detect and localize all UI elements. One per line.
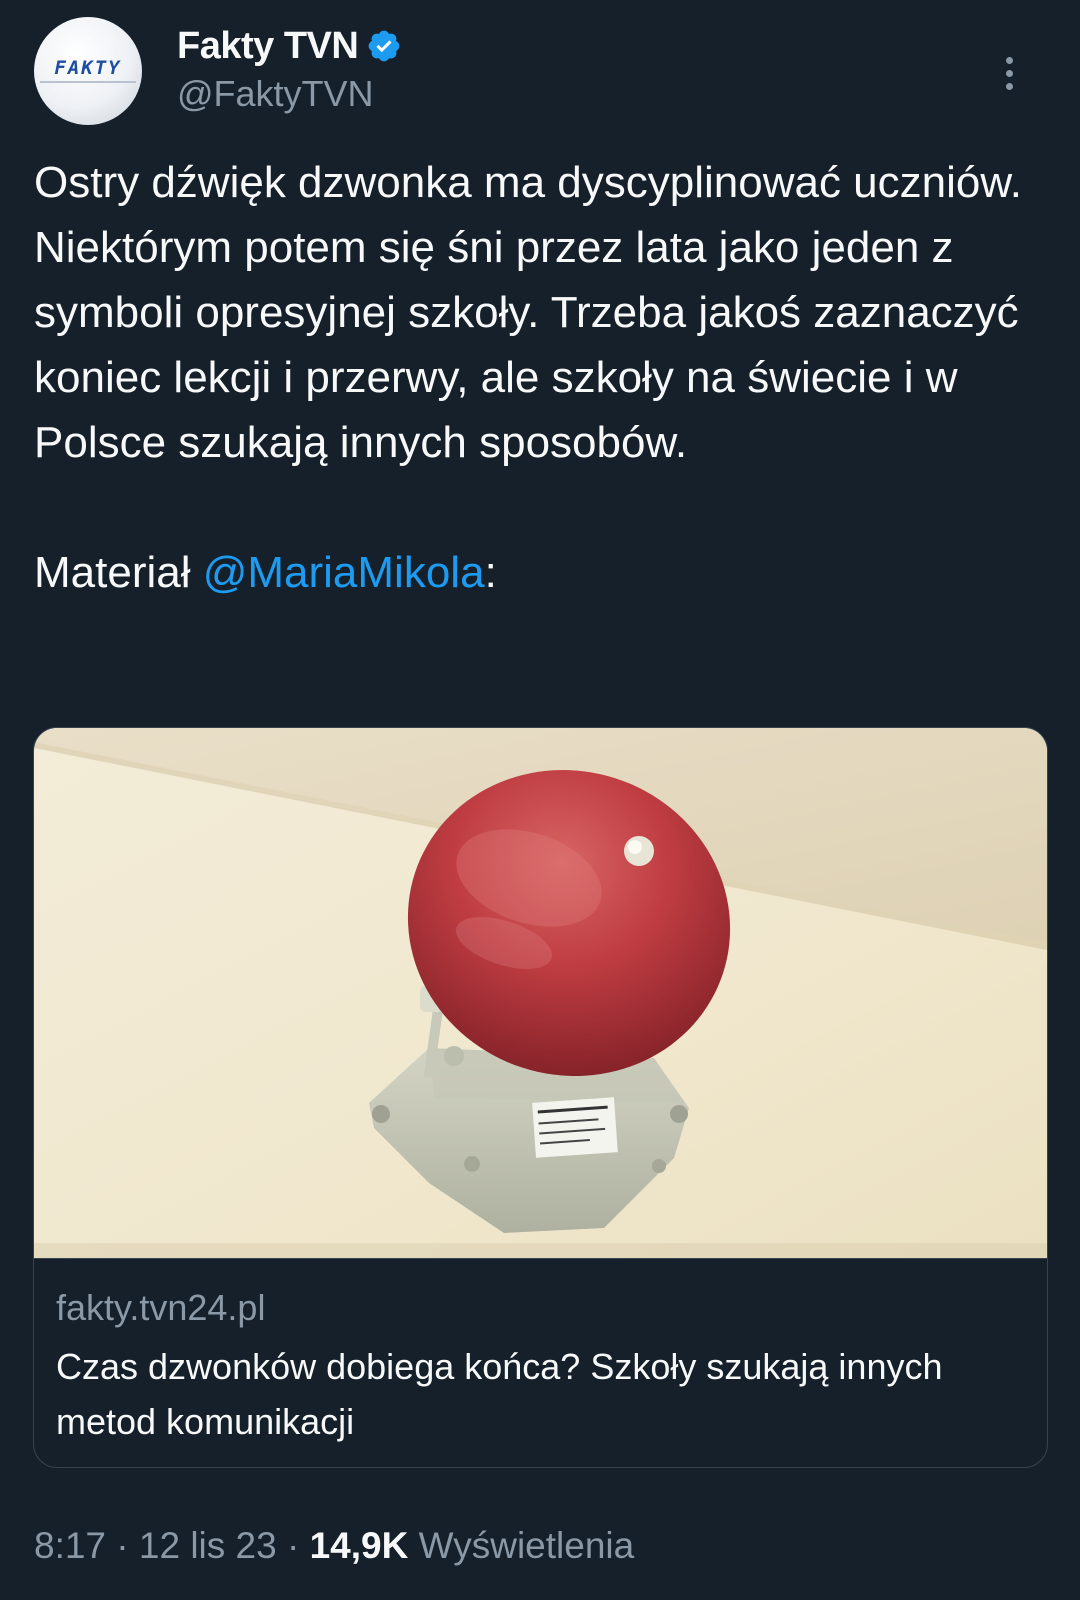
tweet-paragraph: Ostry dźwięk dzwonka ma dyscyplinować uc… [34,158,1022,467]
school-bell-photo [34,728,1047,1258]
more-dot [1005,69,1013,77]
more-dot [1005,56,1013,64]
material-suffix: : [484,548,497,597]
author-name-row: Fakty TVN [177,23,402,69]
tweet-time[interactable]: 8:17 [34,1525,106,1566]
author-display-name[interactable]: Fakty TVN [177,25,359,68]
card-meta[interactable]: fakty.tvn24.pl Czas dzwonków dobiega koń… [34,1258,1047,1467]
tweet-paragraph-material: Materiał @MariaMikola: [34,540,1044,605]
meta-separator: · [106,1525,139,1566]
material-prefix: Materiał [34,548,203,597]
views-label: Wyświetlenia [408,1525,635,1566]
more-vertical-icon[interactable] [989,43,1029,103]
tweet-meta: 8:17 · 12 lis 23 · 14,9K Wyświetlenia [34,1525,634,1567]
avatar-logo-underline [40,81,136,83]
verified-badge-icon [368,30,400,62]
views-count: 14,9K [309,1525,409,1566]
meta-separator: · [276,1525,310,1566]
tweet-header: FAKTY Fakty TVN @FaktyTVN [34,17,1054,127]
more-dot [1005,82,1013,90]
avatar[interactable]: FAKTY [34,17,142,125]
tweet-date[interactable]: 12 lis 23 [139,1525,277,1566]
card-image[interactable] [34,728,1047,1258]
author-handle[interactable]: @FaktyTVN [177,73,374,115]
card-title: Czas dzwonków dobiega końca? Szkoły szuk… [56,1346,943,1442]
tweet-text: Ostry dźwięk dzwonka ma dyscyplinować uc… [34,150,1044,605]
card-domain: fakty.tvn24.pl [56,1287,266,1328]
link-preview-card[interactable]: fakty.tvn24.pl Czas dzwonków dobiega koń… [33,727,1048,1468]
avatar-logo-text: FAKTY [54,57,122,79]
mention-link[interactable]: @MariaMikola [203,548,485,597]
